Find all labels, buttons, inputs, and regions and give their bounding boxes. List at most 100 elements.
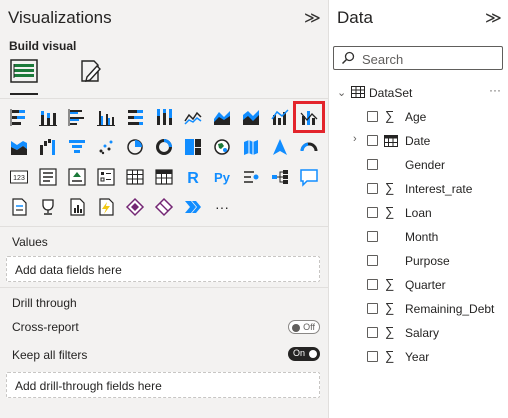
scatter-chart-icon[interactable]	[93, 134, 119, 160]
table-icon[interactable]	[122, 164, 148, 190]
active-tab-indicator	[10, 93, 38, 95]
r-visual-icon[interactable]: R	[180, 164, 206, 190]
pie-chart-icon[interactable]	[122, 134, 148, 160]
multi-row-card-icon[interactable]	[35, 164, 61, 190]
funnel-chart-icon[interactable]	[64, 134, 90, 160]
clustered-bar-chart-icon[interactable]	[64, 104, 90, 130]
drill-through-field-well[interactable]: Add drill-through fields here	[6, 372, 320, 398]
checkbox[interactable]	[367, 159, 378, 170]
area-chart-icon[interactable]	[209, 104, 235, 130]
stacked-bar-chart-icon[interactable]	[6, 104, 32, 130]
checkbox[interactable]	[367, 207, 378, 218]
field-row-date[interactable]: › Date	[329, 130, 508, 152]
collapse-visualizations-icon[interactable]: ≫	[304, 8, 321, 28]
drill-through-placeholder: Add drill-through fields here	[15, 379, 162, 393]
checkbox[interactable]	[367, 111, 378, 122]
dataset-name: DataSet	[369, 86, 413, 100]
azure-map-icon[interactable]	[267, 134, 293, 160]
sigma-icon: ∑	[385, 300, 395, 315]
field-name: Loan	[405, 206, 432, 220]
diamond-visual-icon[interactable]	[151, 194, 177, 220]
decomposition-tree-icon[interactable]	[267, 164, 293, 190]
waterfall-chart-icon[interactable]	[35, 134, 61, 160]
kpi-icon[interactable]	[64, 164, 90, 190]
field-row-gender[interactable]: Gender	[329, 154, 508, 176]
sigma-icon: ∑	[385, 180, 395, 195]
gauge-icon[interactable]	[296, 134, 322, 160]
build-visual-tab[interactable]	[6, 56, 42, 86]
sigma-icon: ∑	[385, 324, 395, 339]
format-visual-icon	[81, 60, 101, 82]
matrix-icon[interactable]	[151, 164, 177, 190]
paginated-report-icon[interactable]	[6, 194, 32, 220]
column-100-chart-icon[interactable]	[151, 104, 177, 130]
data-title: Data	[337, 8, 373, 27]
dataset-row[interactable]: ⌄ DataSet ···	[337, 83, 507, 102]
checkbox[interactable]	[367, 135, 378, 146]
svg-text:Py: Py	[214, 170, 231, 185]
search-input[interactable]	[360, 49, 500, 69]
key-influencers-icon[interactable]	[238, 164, 264, 190]
checkbox[interactable]	[367, 327, 378, 338]
field-row-month[interactable]: Month	[329, 226, 508, 248]
field-row-purpose[interactable]: Purpose	[329, 250, 508, 272]
field-name: Date	[405, 134, 431, 148]
svg-text:123: 123	[13, 175, 25, 182]
values-field-well[interactable]: Add data fields here	[6, 256, 320, 282]
checkbox[interactable]	[367, 351, 378, 362]
format-visual-tab[interactable]	[72, 56, 108, 86]
more-visuals-icon[interactable]: ···	[209, 194, 235, 220]
python-visual-icon[interactable]: Py	[209, 164, 235, 190]
keep-all-filters-label: Keep all filters	[12, 348, 88, 362]
values-placeholder: Add data fields here	[15, 263, 122, 277]
field-row-quarter[interactable]: ∑ Quarter	[329, 274, 508, 296]
power-automate-icon[interactable]	[93, 194, 119, 220]
field-name: Purpose	[405, 254, 450, 268]
clustered-column-chart-icon[interactable]	[93, 104, 119, 130]
field-name: Month	[405, 230, 439, 244]
field-row-interest-rate[interactable]: ∑ Interest_rate	[329, 178, 508, 200]
smart-narrative-icon[interactable]	[64, 194, 90, 220]
more-options-icon[interactable]: ···	[489, 83, 501, 97]
bar-100-chart-icon[interactable]	[122, 104, 148, 130]
power-apps-icon[interactable]	[122, 194, 148, 220]
chevron-down-icon[interactable]: ⌄	[337, 86, 346, 99]
filled-map-icon[interactable]	[238, 134, 264, 160]
collapse-data-icon[interactable]: ≫	[485, 8, 502, 28]
keep-all-filters-toggle[interactable]: On	[288, 347, 320, 361]
combo-chart-icon[interactable]	[293, 101, 325, 133]
line-clustered-column-chart-icon[interactable]	[267, 104, 293, 130]
checkbox[interactable]	[367, 279, 378, 290]
checkbox[interactable]	[367, 303, 378, 314]
checkbox[interactable]	[367, 255, 378, 266]
qna-icon[interactable]	[296, 164, 322, 190]
treemap-icon[interactable]	[180, 134, 206, 160]
checkbox[interactable]	[367, 231, 378, 242]
field-row-age[interactable]: ∑ Age	[329, 106, 508, 128]
checkbox[interactable]	[367, 183, 378, 194]
gallery-divider	[0, 226, 328, 227]
stacked-column-chart-icon[interactable]	[35, 104, 61, 130]
line-chart-icon[interactable]	[180, 104, 206, 130]
svg-text:R: R	[187, 170, 199, 187]
field-row-remaining-debt[interactable]: ∑ Remaining_Debt	[329, 298, 508, 320]
slicer-icon[interactable]	[93, 164, 119, 190]
stacked-area-chart-icon[interactable]	[238, 104, 264, 130]
field-name: Quarter	[405, 278, 446, 292]
sigma-icon: ∑	[385, 276, 395, 291]
sequence-visual-icon[interactable]	[180, 194, 206, 220]
field-row-loan[interactable]: ∑ Loan	[329, 202, 508, 224]
card-icon[interactable]: 123	[6, 164, 32, 190]
visual-row: 123 R Py	[6, 164, 326, 192]
cross-report-toggle[interactable]: Off	[288, 320, 320, 334]
trophy-goals-icon[interactable]	[35, 194, 61, 220]
cross-report-label: Cross-report	[12, 320, 79, 334]
field-row-salary[interactable]: ∑ Salary	[329, 322, 508, 344]
toggle-knob	[309, 350, 317, 358]
chevron-right-icon[interactable]: ›	[353, 133, 357, 145]
field-name: Remaining_Debt	[405, 302, 495, 316]
map-icon[interactable]	[209, 134, 235, 160]
ribbon-chart-icon[interactable]	[6, 134, 32, 160]
donut-chart-icon[interactable]	[151, 134, 177, 160]
field-row-year[interactable]: ∑ Year	[329, 346, 508, 368]
